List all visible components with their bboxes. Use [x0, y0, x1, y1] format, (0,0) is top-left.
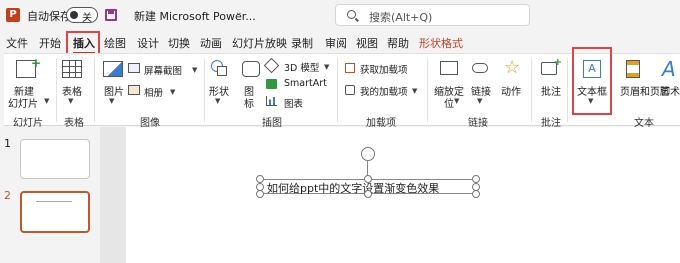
new-slide-icon: + [16, 56, 41, 78]
action-star-icon: ☆ [504, 57, 521, 78]
title-bar: P 自动保存 关 新建 Microsoft Power... ⌄ 搜索(Alt+… [0, 0, 680, 30]
icons-icon [242, 61, 260, 77]
tab-file[interactable]: 文件 [6, 35, 28, 51]
group-separator [94, 58, 95, 122]
chevron-down-icon[interactable]: ▼ [412, 87, 417, 95]
smartart-button[interactable]: SmartArt [284, 78, 327, 89]
chevron-down-icon[interactable]: ▼ [68, 97, 73, 105]
zoom-icon [440, 61, 458, 75]
my-addins-icon [345, 85, 355, 95]
slide-number: 1 [4, 137, 11, 150]
chevron-down-icon[interactable]: ⌄ [235, 8, 243, 18]
link-icon [472, 63, 488, 73]
chevron-down-icon[interactable]: ▼ [454, 97, 459, 105]
album-icon [128, 85, 140, 95]
chevron-down-icon[interactable]: ▼ [109, 97, 114, 105]
tab-design[interactable]: 设计 [137, 35, 159, 51]
slide-number: 2 [4, 189, 11, 202]
header-footer-icon [626, 60, 640, 78]
chart-button[interactable]: 图表 [284, 96, 303, 110]
search-box[interactable]: 搜索(Alt+Q) [335, 4, 530, 26]
chevron-down-icon[interactable]: ▼ [44, 97, 49, 105]
wordart-button[interactable]: 艺术字 [660, 83, 680, 98]
group-separator [567, 58, 568, 122]
slide-textbox-text[interactable]: 如何给ppt中的文字设置渐变色效果 [267, 180, 439, 196]
chart-icon [266, 96, 277, 106]
search-icon [347, 10, 356, 19]
3d-model-icon [263, 57, 280, 74]
zoom-label[interactable]: 位 [444, 95, 454, 110]
powerpoint-app-icon: P [6, 8, 20, 22]
slide-thumbnail-1[interactable] [20, 139, 90, 179]
chevron-down-icon[interactable]: ▼ [324, 63, 329, 71]
tab-home[interactable]: 开始 [39, 35, 61, 51]
tab-transitions[interactable]: 切换 [168, 35, 190, 51]
resize-handle[interactable] [472, 175, 480, 183]
action-button[interactable]: 动作 [501, 83, 521, 98]
resize-handle[interactable] [364, 175, 372, 183]
autosave-label: 自动保存 [27, 10, 71, 23]
smartart-icon [266, 79, 277, 89]
chevron-down-icon[interactable]: ▼ [477, 97, 482, 105]
chevron-down-icon[interactable]: ▼ [215, 97, 220, 105]
slide-canvas[interactable]: 如何给ppt中的文字设置渐变色效果 [126, 127, 680, 263]
table-icon [62, 60, 82, 78]
tab-slideshow[interactable]: 幻灯片放映 [232, 35, 287, 51]
image-icon [103, 61, 123, 77]
tab-draw[interactable]: 绘图 [104, 35, 126, 51]
shapes-square-icon [217, 66, 227, 76]
get-addins-icon [345, 63, 355, 73]
get-addins-button[interactable]: 获取加载项 [360, 62, 408, 76]
group-separator [56, 58, 57, 122]
icons-label[interactable]: 标 [244, 95, 254, 110]
image-button[interactable]: 图片 [104, 83, 124, 98]
album-button[interactable]: 相册 [144, 85, 163, 99]
screenshot-icon [128, 63, 140, 73]
slide-thumbnail-2[interactable] [20, 191, 90, 233]
thumbnail-text-line [36, 201, 72, 202]
chevron-down-icon[interactable]: ▼ [170, 88, 175, 96]
comment-button[interactable]: 批注 [541, 83, 561, 98]
group-separator [204, 58, 205, 122]
resize-handle[interactable] [256, 175, 264, 183]
resize-handle[interactable] [364, 190, 372, 198]
rotate-handle-icon[interactable] [361, 147, 375, 161]
screenshot-button[interactable]: 屏幕截图 [144, 63, 182, 77]
3d-model-button[interactable]: 3D 模型 [284, 60, 319, 74]
tab-shape-format[interactable]: 形状格式 [419, 35, 463, 51]
tab-review[interactable]: 审阅 [325, 35, 347, 51]
tab-animations[interactable]: 动画 [200, 35, 222, 51]
chevron-down-icon[interactable]: ▼ [192, 66, 197, 74]
tab-help[interactable]: 帮助 [387, 35, 409, 51]
wordart-icon: A [662, 57, 676, 81]
tab-view[interactable]: 视图 [356, 35, 378, 51]
table-button[interactable]: 表格 [62, 83, 82, 98]
group-separator [337, 58, 338, 122]
toggle-state-label: 关 [82, 13, 92, 24]
search-input[interactable]: 搜索(Alt+Q) [369, 9, 432, 25]
group-separator [531, 58, 532, 122]
save-icon[interactable] [105, 9, 117, 21]
group-separator [427, 58, 428, 122]
my-addins-button[interactable]: 我的加载项 [360, 84, 408, 98]
new-slide-label[interactable]: 幻灯片 [8, 95, 38, 110]
resize-handle[interactable] [256, 190, 264, 198]
textbox-highlight [572, 47, 612, 115]
comment-icon: + [541, 57, 562, 75]
autosave-toggle[interactable]: 关 [66, 7, 98, 24]
link-button[interactable]: 链接 [471, 83, 491, 98]
resize-handle[interactable] [472, 190, 480, 198]
tab-record[interactable]: 录制 [291, 35, 313, 51]
slide-thumbnails-pane: 1 2 [0, 127, 100, 263]
shapes-button[interactable]: 形状 [209, 83, 229, 98]
toggle-knob [70, 11, 78, 19]
